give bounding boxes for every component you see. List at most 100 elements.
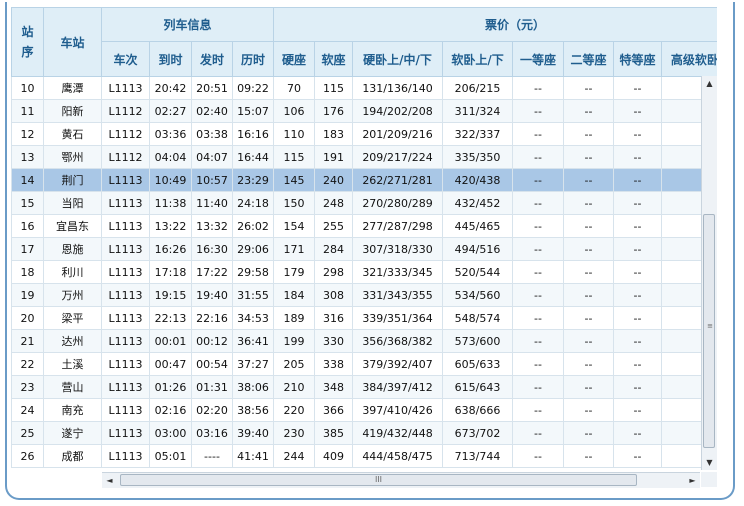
cell-hard-sleeper-price: 277/287/298 (352, 214, 444, 238)
cell-duration: 38:56 (231, 398, 275, 422)
table-row[interactable]: 11 阳新 L1112 02:27 02:40 15:07 106 176 194/202/20… (11, 99, 717, 123)
table-row[interactable]: 22 土溪 L1113 00:47 00:54 37:27 205 338 379/392/40… (11, 352, 717, 376)
cell-first-class-price: -- (512, 352, 565, 376)
column-header[interactable]: 发时 (191, 41, 233, 77)
cell-station-name: 万州 (43, 283, 102, 307)
horizontal-scroll-thumb[interactable]: III (120, 474, 637, 486)
column-header[interactable]: 一等座 (512, 41, 565, 77)
cell-duration: 29:58 (231, 260, 275, 284)
cell-hard-sleeper-price: 270/280/289 (352, 191, 444, 215)
cell-station-index: 13 (11, 145, 44, 169)
table-row[interactable]: 10 鹰潭 L1113 20:42 20:51 09:22 70 115 131/136/140… (11, 76, 717, 100)
cell-station-index: 16 (11, 214, 44, 238)
cell-hard-seat-price: 179 (273, 260, 316, 284)
cell-second-class-price: -- (563, 260, 615, 284)
cell-arrival-time: 00:01 (149, 329, 192, 353)
cell-second-class-price: -- (563, 352, 615, 376)
column-header[interactable]: 历时 (231, 41, 275, 77)
cell-hard-seat-price: 184 (273, 283, 316, 307)
table-row[interactable]: 13 鄂州 L1112 04:04 04:07 16:44 115 191 209/217/22… (11, 145, 717, 169)
cell-station-name: 当阳 (43, 191, 102, 215)
cell-special-class-price: -- (613, 260, 663, 284)
table-row-selected[interactable]: 14 荆门 L1113 10:49 10:57 23:29 145 240 262/271/28… (11, 168, 717, 192)
cell-second-class-price: -- (563, 214, 615, 238)
cell-special-class-price: -- (613, 214, 663, 238)
cell-first-class-price: -- (512, 421, 565, 445)
cell-soft-seat-price: 176 (314, 99, 354, 123)
cell-train-number: L1113 (101, 444, 150, 468)
cell-hard-sleeper-price: 262/271/281 (352, 168, 444, 192)
table-row[interactable]: 23 营山 L1113 01:26 01:31 38:06 210 348 384/397/41… (11, 375, 717, 399)
cell-special-class-price: -- (613, 444, 663, 468)
cell-second-class-price: -- (563, 237, 615, 261)
table-row[interactable]: 18 利川 L1113 17:18 17:22 29:58 179 298 321/333/34… (11, 260, 717, 284)
cell-soft-seat-price: 316 (314, 306, 354, 330)
cell-train-number: L1112 (101, 122, 150, 146)
column-header[interactable]: 高级软卧上/下 (661, 41, 717, 77)
table-row[interactable]: 15 当阳 L1113 11:38 11:40 24:18 150 248 270/280/28… (11, 191, 717, 215)
header-station-index[interactable]: 站序 (11, 7, 44, 77)
cell-second-class-price: -- (563, 191, 615, 215)
cell-second-class-price: -- (563, 329, 615, 353)
cell-soft-seat-price: 284 (314, 237, 354, 261)
cell-station-name: 遂宁 (43, 421, 102, 445)
cell-hard-seat-price: 110 (273, 122, 316, 146)
column-header[interactable]: 硬座 (273, 41, 316, 77)
cell-departure-time: 03:16 (191, 421, 233, 445)
column-header[interactable]: 软卧上/下 (442, 41, 514, 77)
vertical-scroll-thumb[interactable]: ≡ (703, 214, 715, 448)
cell-duration: 34:53 (231, 306, 275, 330)
cell-station-index: 12 (11, 122, 44, 146)
cell-hard-sleeper-price: 194/202/208 (352, 99, 444, 123)
cell-soft-seat-price: 385 (314, 421, 354, 445)
table-row[interactable]: 20 梁平 L1113 22:13 22:16 34:53 189 316 339/351/36… (11, 306, 717, 330)
scroll-right-arrow-icon[interactable]: ► (685, 473, 700, 488)
header-train-info-group: 列车信息 (100, 7, 275, 42)
cell-arrival-time: 13:22 (149, 214, 192, 238)
column-header[interactable]: 硬卧上/中/下 (352, 41, 444, 77)
cell-departure-time: ---- (191, 444, 233, 468)
cell-special-class-price: -- (613, 283, 663, 307)
column-header[interactable]: 车次 (101, 41, 150, 77)
scroll-down-arrow-icon[interactable]: ▼ (702, 455, 717, 470)
table-row[interactable]: 12 黄石 L1112 03:36 03:38 16:16 110 183 201/209/21… (11, 122, 717, 146)
cell-duration: 26:02 (231, 214, 275, 238)
scroll-up-arrow-icon[interactable]: ▲ (702, 76, 717, 91)
table-row[interactable]: 26 成都 L1113 05:01 ---- 41:41 244 409 444/458/475… (11, 444, 717, 468)
cell-departure-time: 16:30 (191, 237, 233, 261)
cell-second-class-price: -- (563, 421, 615, 445)
cell-departure-time: 13:32 (191, 214, 233, 238)
cell-special-class-price: -- (613, 306, 663, 330)
cell-soft-sleeper-price: 445/465 (442, 214, 514, 238)
table-row[interactable]: 19 万州 L1113 19:15 19:40 31:55 184 308 331/343/35… (11, 283, 717, 307)
scroll-left-arrow-icon[interactable]: ◄ (102, 473, 117, 488)
table-row[interactable]: 16 宜昌东 L1113 13:22 13:32 26:02 154 255 277/287/2… (11, 214, 717, 238)
cell-station-index: 26 (11, 444, 44, 468)
cell-hard-sleeper-price: 384/397/412 (352, 375, 444, 399)
header-station-name[interactable]: 车站 (43, 7, 102, 77)
table-row[interactable]: 25 遂宁 L1113 03:00 03:16 39:40 230 385 419/432/44… (11, 421, 717, 445)
table-row[interactable]: 17 恩施 L1113 16:26 16:30 29:06 171 284 307/318/33… (11, 237, 717, 261)
horizontal-scrollbar[interactable]: ◄ III ► (102, 472, 700, 488)
cell-first-class-price: -- (512, 237, 565, 261)
vertical-scrollbar[interactable]: ▲ ≡ ▼ (701, 76, 717, 470)
cell-station-index: 17 (11, 237, 44, 261)
cell-special-class-price: -- (613, 375, 663, 399)
cell-second-class-price: -- (563, 398, 615, 422)
cell-first-class-price: -- (512, 444, 565, 468)
column-header[interactable]: 软座 (314, 41, 354, 77)
cell-arrival-time: 22:13 (149, 306, 192, 330)
column-header[interactable]: 特等座 (613, 41, 663, 77)
cell-duration: 29:06 (231, 237, 275, 261)
cell-hard-sleeper-price: 419/432/448 (352, 421, 444, 445)
cell-special-class-price: -- (613, 145, 663, 169)
cell-hard-seat-price: 244 (273, 444, 316, 468)
table-row[interactable]: 21 达州 L1113 00:01 00:12 36:41 199 330 356/368/38… (11, 329, 717, 353)
column-header[interactable]: 二等座 (563, 41, 615, 77)
cell-arrival-time: 01:26 (149, 375, 192, 399)
column-header[interactable]: 到时 (149, 41, 192, 77)
cell-hard-seat-price: 220 (273, 398, 316, 422)
cell-station-name: 营山 (43, 375, 102, 399)
cell-soft-sleeper-price: 615/643 (442, 375, 514, 399)
table-row[interactable]: 24 南充 L1113 02:16 02:20 38:56 220 366 397/410/42… (11, 398, 717, 422)
